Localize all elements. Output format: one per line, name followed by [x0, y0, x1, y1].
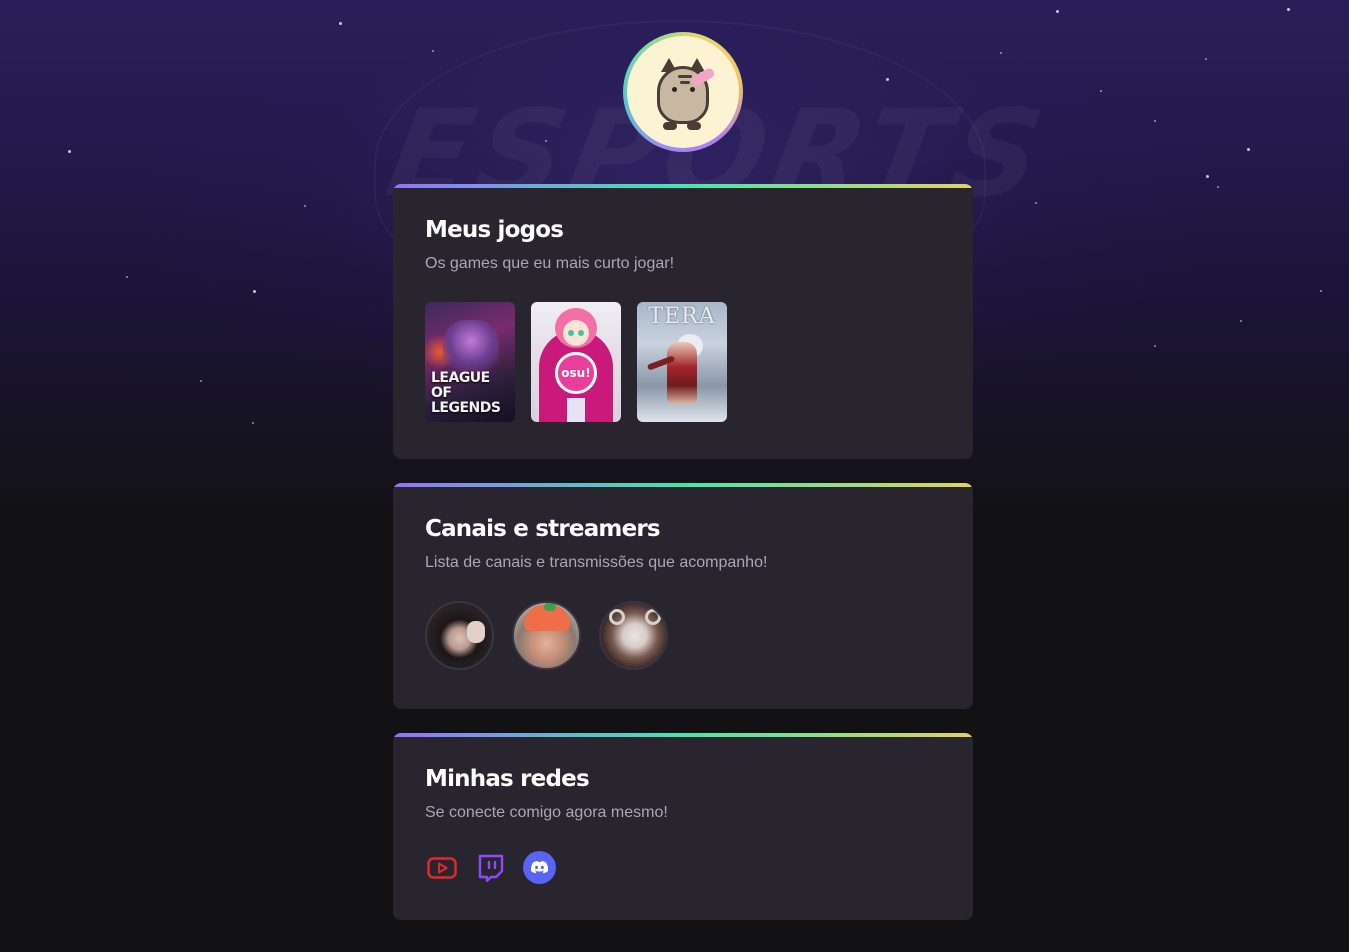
star — [1320, 290, 1322, 292]
star — [1154, 345, 1156, 347]
star — [1035, 202, 1037, 204]
star — [1056, 10, 1059, 13]
profile-avatar — [623, 32, 743, 152]
game-cover-osu[interactable]: osu! — [531, 302, 621, 422]
star — [1217, 186, 1219, 188]
game-cover-text: TERA — [648, 304, 716, 329]
pusheen-cat-avatar-icon — [627, 36, 739, 148]
game-cover-tera[interactable]: TERA — [637, 302, 727, 422]
streamer-avatar-1[interactable] — [425, 601, 494, 670]
game-cover-league-of-legends[interactable]: LEAGUE OF LEGENDS — [425, 302, 515, 422]
game-cover-text: osu! — [555, 352, 597, 394]
streamer-avatar-2[interactable] — [512, 601, 581, 670]
star — [886, 78, 889, 81]
game-cover-text: LEAGUE OF LEGENDS — [431, 370, 501, 416]
streamers-list — [425, 601, 941, 670]
twitch-link[interactable] — [474, 851, 507, 884]
star — [200, 380, 202, 382]
discord-icon — [523, 851, 556, 884]
games-subtitle: Os games que eu mais curto jogar! — [425, 255, 675, 272]
youtube-link[interactable] — [425, 851, 458, 884]
star — [1100, 90, 1102, 92]
youtube-icon — [426, 856, 457, 879]
streamers-subtitle: Lista de canais e transmissões que acomp… — [425, 554, 768, 571]
twitch-icon — [478, 854, 503, 882]
star — [126, 276, 128, 278]
star — [339, 22, 342, 25]
socials-list — [425, 851, 941, 884]
socials-subtitle: Se conecte comigo agora mesmo! — [425, 804, 668, 821]
games-list: LEAGUE OF LEGENDS osu! TERA — [425, 302, 941, 422]
star — [252, 422, 254, 424]
star — [68, 150, 71, 153]
socials-card: Minhas redes Se conecte comigo agora mes… — [393, 733, 973, 920]
star — [1205, 58, 1207, 60]
star — [1154, 120, 1156, 122]
star — [1287, 8, 1290, 11]
star — [304, 205, 306, 207]
games-card: Meus jogos Os games que eu mais curto jo… — [393, 184, 973, 459]
star — [1247, 148, 1250, 151]
socials-title: Minhas redes — [425, 766, 590, 792]
streamers-title: Canais e streamers — [425, 516, 661, 542]
star — [1240, 320, 1242, 322]
star — [253, 290, 256, 293]
star — [1000, 52, 1002, 54]
streamer-avatar-3[interactable] — [599, 601, 668, 670]
star — [432, 50, 434, 52]
discord-link[interactable] — [523, 851, 556, 884]
games-title: Meus jogos — [425, 217, 564, 243]
star — [1206, 175, 1209, 178]
streamers-card: Canais e streamers Lista de canais e tra… — [393, 483, 973, 709]
star — [545, 140, 547, 142]
